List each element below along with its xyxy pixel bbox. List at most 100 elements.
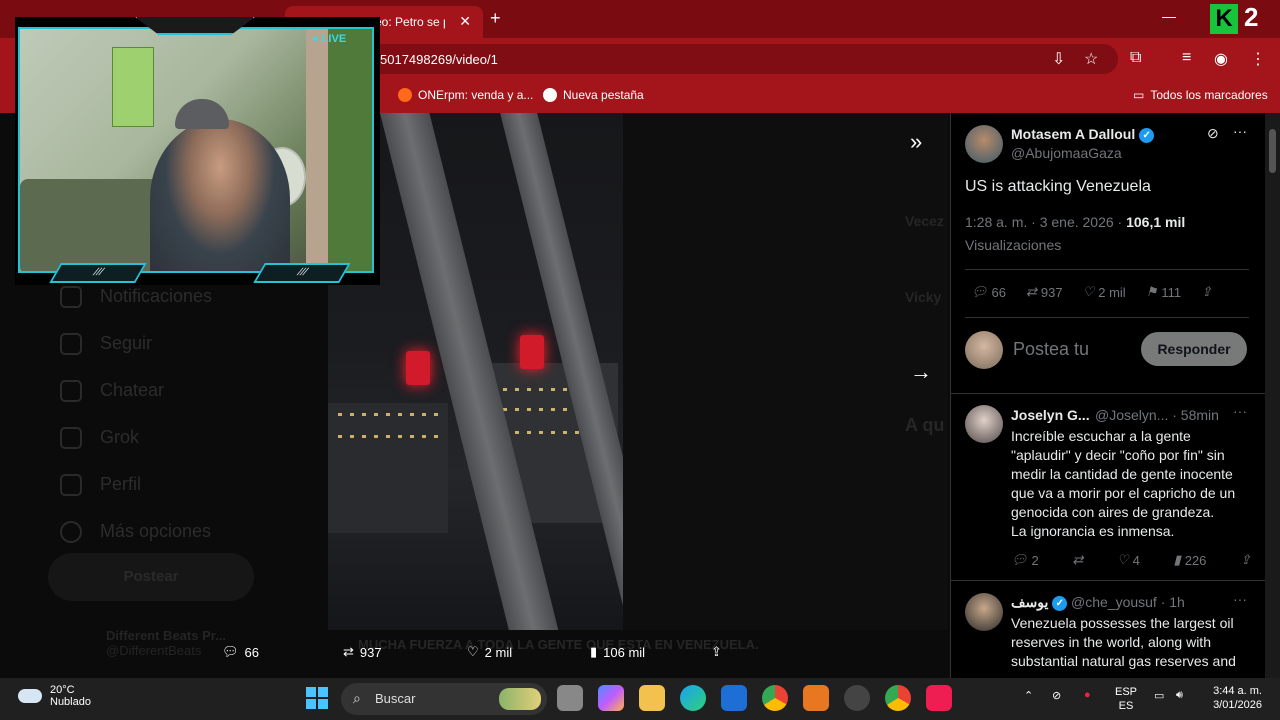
kick-logo-icon: K — [1210, 4, 1238, 34]
extensions-icon[interactable]: ⧉ — [1130, 49, 1141, 67]
install-app-icon[interactable]: ⇩ — [1052, 49, 1065, 69]
more-options-icon[interactable]: ··· — [1233, 403, 1247, 419]
onerpm-icon — [398, 88, 412, 102]
media-control-icon[interactable]: ≡ — [1182, 49, 1191, 67]
sidebar-item-more[interactable]: Más opciones — [60, 508, 212, 555]
post-button[interactable]: Postear — [48, 553, 254, 601]
video-reply-button[interactable]: 💬︎ 66 — [222, 644, 259, 660]
sidebar-item-chat[interactable]: Chatear — [60, 367, 212, 414]
webcam-feed — [18, 27, 374, 273]
repost-icon: ⇄ — [1025, 284, 1037, 299]
network-off-icon[interactable]: ⊘ — [1052, 689, 1061, 702]
file-explorer-icon[interactable] — [639, 685, 665, 711]
heart-icon: ♡ — [467, 644, 479, 659]
avatar[interactable] — [965, 125, 1003, 163]
minimize-icon[interactable]: — — [1162, 8, 1176, 24]
reply-handle[interactable]: @Joselyn... — [1095, 407, 1168, 423]
author-name[interactable]: Motasem A Dalloul ✓ — [1011, 126, 1155, 143]
more-options-icon[interactable]: ··· — [1233, 591, 1247, 607]
reply-time[interactable]: · 58min — [1172, 407, 1219, 423]
url-text: 5017498269/video/1 — [380, 52, 498, 67]
defender-icon[interactable] — [721, 685, 747, 711]
reply-author-name[interactable]: Joselyn G... — [1011, 407, 1090, 423]
tiktok-icon[interactable] — [926, 685, 952, 711]
repost-count: 937 — [1040, 284, 1063, 300]
microphone-icon[interactable]: ● — [1084, 689, 1091, 701]
bookmark-new-tab[interactable]: Nueva pestaña — [543, 88, 644, 102]
next-media-icon[interactable]: → — [910, 359, 932, 385]
bookmark-star-icon[interactable]: ☆ — [1084, 49, 1098, 69]
grok-explain-icon[interactable]: ⊘ — [1207, 125, 1219, 142]
webcam-bar-left: /// — [49, 263, 147, 283]
windows-taskbar: 20°C Nublado ⌕ Buscar ⌃ ⊘ ● ESP ES ▭ 🔊︎ … — [0, 678, 1280, 720]
profile-icon[interactable]: ◉ — [1214, 49, 1228, 69]
chrome-profile-icon[interactable] — [885, 685, 911, 711]
sidebar-label: Grok — [100, 427, 140, 447]
address-bar[interactable]: 5017498269/video/1 — [300, 44, 1118, 74]
reply-button[interactable]: 💬︎ 2 — [1011, 552, 1039, 568]
all-bookmarks[interactable]: ▭ Todos los marcadores — [1133, 88, 1268, 102]
video-repost-button[interactable]: ⇄ 937 — [343, 644, 382, 660]
volume-icon[interactable]: 🔊︎ — [1176, 689, 1183, 702]
chrome-icon[interactable] — [762, 685, 788, 711]
bookmark-count: 111 — [1161, 284, 1182, 300]
sidebar-item-profile[interactable]: Perfil — [60, 461, 212, 508]
dim-text: A qu — [905, 415, 945, 435]
reply-input[interactable]: Postea tu — [1013, 339, 1089, 360]
tab-title: eo: Petro se p — [375, 15, 445, 29]
avatar[interactable] — [965, 593, 1003, 631]
video-like-button[interactable]: ♡ 2 mil — [467, 644, 512, 660]
views-label: Visualizaciones — [965, 237, 1062, 253]
clock[interactable]: 3:44 a. m. 3/01/2026 — [1198, 684, 1262, 712]
reply-button[interactable]: 💬︎ 66 — [971, 284, 1006, 300]
repost-button[interactable]: ⇄ — [1072, 552, 1083, 568]
share-button[interactable]: ⇪ — [1201, 284, 1212, 300]
obs-icon[interactable] — [844, 685, 870, 711]
scrollbar-thumb[interactable] — [1269, 129, 1276, 173]
red-glow — [406, 351, 430, 385]
views-button[interactable]: ▮ 226 — [1174, 552, 1207, 568]
repost-button[interactable]: ⇄ 937 — [1026, 284, 1063, 300]
clock-date: 3/01/2026 — [1213, 699, 1262, 711]
video-views[interactable]: ▮ 106 mil — [590, 644, 645, 660]
tweet-time[interactable]: 1:28 a. m. · 3 ene. 2026 · — [965, 214, 1122, 230]
scrollbar[interactable] — [1265, 113, 1280, 678]
collapse-panel-icon[interactable]: » — [910, 129, 922, 155]
fl-studio-icon[interactable] — [803, 685, 829, 711]
author-handle[interactable]: @AbujomaaGaza — [1011, 145, 1122, 161]
windows-start-icon[interactable] — [306, 687, 328, 709]
bell-icon — [60, 285, 82, 308]
avatar[interactable] — [965, 405, 1003, 443]
new-tab-button[interactable]: + — [490, 8, 501, 29]
sidebar-item-grok[interactable]: Grok — [60, 414, 212, 461]
video-share-button[interactable]: ⇪ — [711, 644, 722, 660]
display-icon[interactable]: ▭ — [1154, 689, 1164, 702]
copilot-icon[interactable] — [598, 685, 624, 711]
weather-widget[interactable]: 20°C Nublado — [18, 684, 91, 708]
language-indicator[interactable]: ESP ES — [1115, 685, 1137, 713]
reply-author-name[interactable]: يوسف ✓ — [1011, 594, 1068, 611]
tray-overflow-icon[interactable]: ⌃ — [1024, 689, 1033, 702]
menu-dots-icon[interactable]: ⋮ — [1250, 49, 1266, 69]
taskbar-search[interactable]: ⌕ Buscar — [341, 683, 547, 715]
reply-handle[interactable]: @che_yousuf — [1071, 594, 1157, 610]
bookmark-onerpm[interactable]: ONErpm: venda y a... — [398, 88, 533, 102]
reply-submit-button[interactable]: Responder — [1141, 332, 1247, 366]
sidebar-item-follow[interactable]: Seguir — [60, 320, 212, 367]
live-label: LIVE — [321, 33, 347, 45]
close-tab-icon[interactable]: ✕ — [459, 13, 471, 30]
edge-icon[interactable] — [680, 685, 706, 711]
task-view-icon[interactable] — [557, 685, 583, 711]
bookmark-button[interactable]: ⚑ 111 — [1146, 284, 1181, 300]
bookmark-label: ONErpm: venda y a... — [418, 88, 534, 102]
reply-count: 66 — [991, 284, 1006, 300]
red-glow — [520, 335, 544, 369]
search-placeholder: Buscar — [375, 691, 416, 706]
like-button[interactable]: ♡ 4 — [1117, 552, 1140, 568]
more-options-icon[interactable]: ··· — [1233, 123, 1247, 139]
sidebar-label: Notificaciones — [100, 286, 213, 306]
reply-time[interactable]: · 1h — [1161, 594, 1185, 610]
sidebar-nav: Notificaciones Seguir Chatear Grok Perfi… — [60, 273, 212, 555]
like-button[interactable]: ♡ 2 mil — [1083, 284, 1126, 300]
share-button[interactable]: ⇪ — [1240, 552, 1251, 568]
